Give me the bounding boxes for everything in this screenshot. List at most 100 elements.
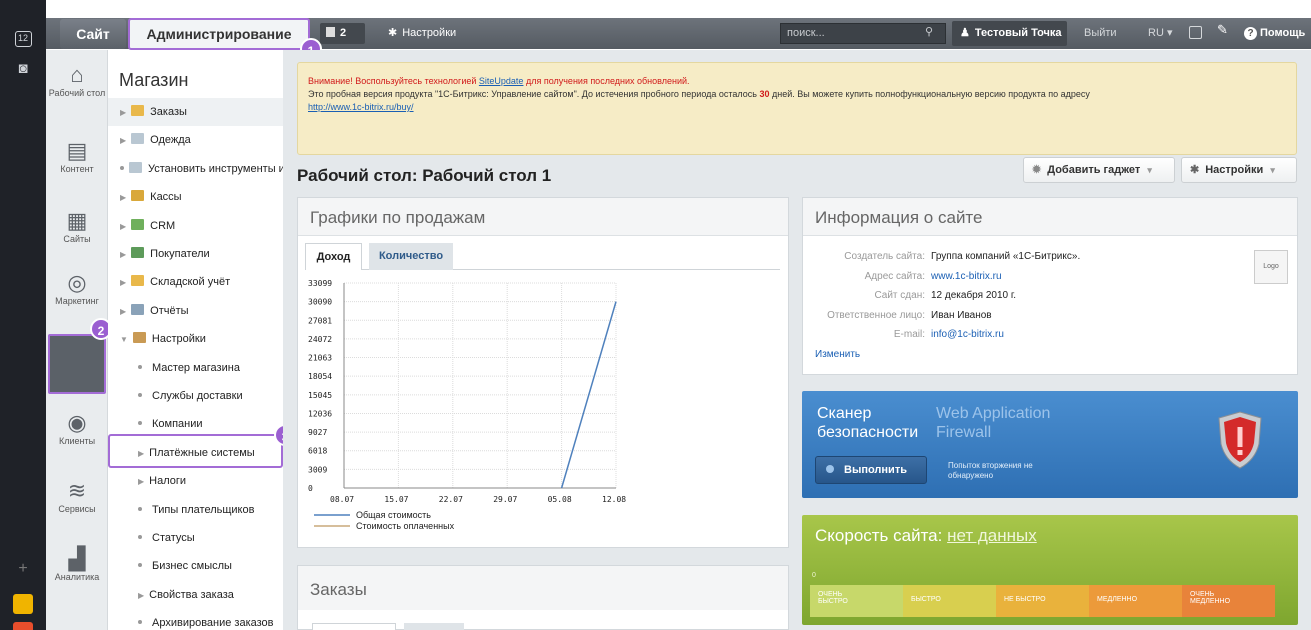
nav-item[interactable]: ◎ Маркетинг — [46, 270, 108, 306]
nav-item[interactable]: ▦ Сайты — [46, 208, 108, 244]
bullet-icon — [138, 364, 142, 369]
settings-button[interactable]: ✱ Настройки ▾ — [1181, 157, 1297, 183]
folder-icon — [131, 247, 145, 258]
speed-title: Скорость сайта: нет данных — [815, 526, 1037, 546]
menu-item[interactable]: Архивирование заказов — [108, 609, 283, 630]
segment-label: НЕ БЫСТРО — [1004, 596, 1046, 603]
menu-item-label: Покупатели — [150, 248, 210, 260]
info-label: Сайт сдан: — [874, 290, 925, 301]
menu-item[interactable]: Статусы — [108, 524, 283, 552]
record-icon — [826, 465, 834, 473]
bullet-icon — [138, 563, 142, 568]
chevron-right-icon[interactable]: ▶ — [120, 222, 126, 231]
folder-icon — [131, 218, 145, 230]
folder-icon — [131, 105, 145, 116]
nav-item[interactable]: ◉ Клиенты — [46, 410, 108, 446]
chevron-right-icon[interactable]: ▶ — [120, 278, 126, 287]
page-title: Рабочий стол: Рабочий стол 1 — [297, 166, 552, 185]
tab-income[interactable]: Доход — [305, 243, 362, 270]
menu-item[interactable]: Типы плательщиков — [108, 496, 283, 524]
menu-item[interactable]: ▶ Одежда — [108, 126, 283, 154]
menu-item[interactable]: ▶ Покупатели — [108, 240, 283, 268]
app-icon-2[interactable] — [13, 622, 33, 630]
chevron-right-icon[interactable]: ▶ — [138, 591, 144, 600]
speed-value[interactable]: нет данных — [947, 526, 1037, 545]
menu-item-label: Складской учёт — [150, 276, 231, 289]
chevron-right-icon[interactable]: ▶ — [120, 250, 126, 259]
info-value[interactable]: www.1c-bitrix.ru — [931, 271, 1002, 282]
menu-item[interactable]: Установить инструменты и — [108, 155, 283, 183]
add-gadget-button[interactable]: ✹ Добавить гаджет ▾ — [1023, 157, 1175, 183]
pin-icon[interactable]: ✎ — [1217, 22, 1228, 38]
menu-item[interactable]: ▶ Заказы — [108, 98, 283, 126]
screenshot-icon[interactable]: ◙ — [0, 60, 46, 77]
chevron-right-icon[interactable]: ▶ — [120, 108, 126, 117]
tab-administration[interactable]: Администрирование — [128, 18, 310, 50]
app-rail — [0, 0, 46, 630]
menu-item[interactable]: Бизнес смыслы — [108, 552, 283, 580]
bullet-icon — [120, 165, 124, 170]
nav-item-label: Сайты — [63, 234, 91, 244]
menu-item[interactable]: ▶ Складской учёт — [108, 268, 283, 296]
nav-item[interactable]: ▤ Контент — [46, 138, 108, 174]
add-gadget-label: Добавить гаджет — [1047, 164, 1141, 176]
x-tick-label: 22.07 — [439, 495, 463, 504]
edit-link[interactable]: Изменить — [815, 349, 860, 360]
language-select[interactable]: RU ▾ — [1148, 18, 1172, 49]
menu-item[interactable]: Мастер магазина — [108, 354, 283, 382]
folder-icon — [132, 332, 146, 344]
menu-item-label: Установить инструменты и — [148, 162, 283, 175]
search-input[interactable]: поиск... — [780, 23, 946, 44]
chevron-right-icon[interactable]: ▶ — [120, 136, 126, 145]
waf-title-line: Web Application — [936, 405, 1051, 422]
run-scan-button[interactable]: Выполнить — [815, 456, 927, 484]
menu-item[interactable]: ▼ Настройки — [108, 325, 283, 353]
menu-item[interactable]: ▶ Кассы — [108, 183, 283, 211]
orders-tab[interactable] — [404, 623, 464, 630]
chevron-right-icon[interactable]: ▶ — [120, 193, 126, 202]
speed-segment: ОЧЕНЬ БЫСТРО — [810, 585, 903, 617]
segment-label: МЕДЛЕННО — [1190, 598, 1231, 605]
nav-item[interactable]: ▟ Аналитика — [46, 546, 108, 582]
menu-item[interactable]: ▶ Отчёты — [108, 297, 283, 325]
speed-segment: НЕ БЫСТРО — [996, 585, 1089, 617]
add-icon[interactable]: + — [0, 560, 46, 578]
y-tick-label: 24072 — [308, 335, 332, 344]
info-value[interactable]: info@1c-bitrix.ru — [931, 329, 1004, 340]
tab-site[interactable]: Сайт — [60, 19, 126, 49]
y-tick-label: 3009 — [308, 465, 327, 474]
orders-tab[interactable] — [312, 623, 396, 630]
siteupdate-link[interactable]: SiteUpdate — [479, 76, 524, 86]
user-icon: ♟ — [960, 27, 970, 39]
info-label: Адрес сайта: — [864, 270, 925, 282]
calendar-icon[interactable]: 12 — [0, 30, 46, 47]
notifications-button[interactable]: 2 — [320, 23, 365, 44]
panel-toggle-icon[interactable] — [1189, 26, 1202, 39]
chevron-right-icon[interactable]: ▶ — [120, 307, 126, 316]
menu-item[interactable]: ▶ Налоги — [108, 467, 283, 495]
help-link[interactable]: ? Помощь — [1244, 18, 1305, 49]
menu-item[interactable]: Службы доставки — [108, 382, 283, 410]
search-icon[interactable]: ⚲ — [925, 25, 933, 38]
buy-link[interactable]: http://www.1c-bitrix.ru/buy/ — [308, 102, 414, 112]
legend-label: Стоимость оплаченных — [356, 521, 455, 531]
scan-status: Попыток вторжения не обнаружено — [948, 461, 1033, 481]
segment-label: БЫСТРО — [818, 598, 848, 605]
nav-item-label: Контент — [60, 164, 94, 174]
y-tick-label: 9027 — [308, 428, 327, 437]
nav-item[interactable]: ⌂ Рабочий стол — [46, 62, 108, 98]
menu-item-label: Бизнес смыслы — [152, 560, 232, 573]
y-tick-label: 27081 — [308, 316, 332, 325]
tab-quantity[interactable]: Количество — [369, 243, 453, 270]
menu-item-label: Одежда — [150, 134, 191, 147]
app-icon[interactable] — [13, 594, 33, 614]
speed-segment: МЕДЛЕННО — [1089, 585, 1182, 617]
user-button[interactable]: ♟ Тестовый Точка — [952, 21, 1067, 46]
menu-item[interactable]: ▶ CRM — [108, 212, 283, 240]
logout-link[interactable]: Выйти — [1084, 18, 1117, 49]
chevron-right-icon[interactable]: ▶ — [138, 477, 144, 486]
nav-item[interactable]: ≋ Сервисы — [46, 478, 108, 514]
chevron-down-icon[interactable]: ▼ — [120, 335, 128, 344]
menu-item[interactable]: ▶ Свойства заказа — [108, 581, 283, 609]
settings-link[interactable]: ✱ Настройки — [388, 18, 456, 49]
